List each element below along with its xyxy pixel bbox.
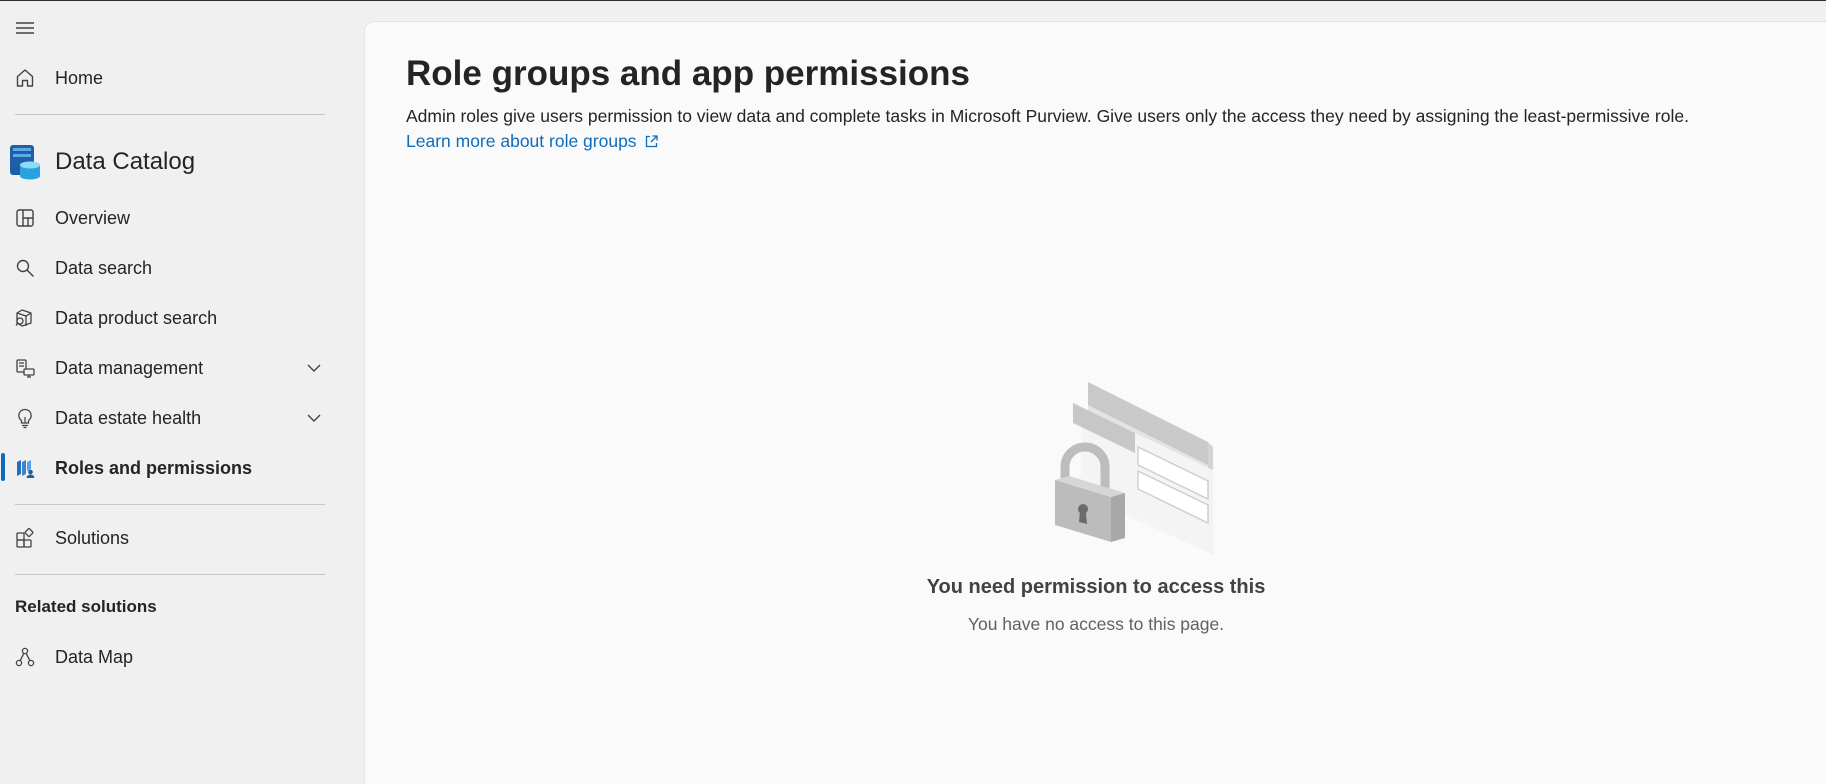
data-catalog-logo-icon: [10, 145, 40, 180]
overview-icon: [16, 209, 34, 227]
sidebar-item-data-estate-health[interactable]: Data estate health: [0, 396, 340, 440]
search-icon: [16, 259, 34, 277]
data-map-icon: [15, 647, 35, 667]
sidebar: Home Data Catalog Overview Data search D…: [0, 1, 364, 784]
sidebar-item-label: Roles and permissions: [55, 457, 253, 478]
sidebar-item-home[interactable]: Home: [0, 56, 340, 100]
learn-more-label: Learn more about role groups: [406, 131, 637, 151]
empty-state-title: You need permission to access this: [926, 576, 1266, 598]
sidebar-item-roles-and-permissions[interactable]: Roles and permissions: [0, 446, 340, 490]
sidebar-item-data-management[interactable]: Data management: [0, 346, 340, 390]
hamburger-icon[interactable]: [14, 17, 36, 39]
data-management-icon: [16, 359, 35, 378]
sidebar-item-solutions[interactable]: Solutions: [0, 516, 340, 560]
related-solutions-heading: Related solutions: [15, 597, 157, 616]
roles-permissions-icon: [17, 460, 35, 478]
solutions-icon: [16, 528, 34, 548]
sidebar-divider: [15, 504, 325, 505]
sidebar-item-data-product-search[interactable]: Data product search: [0, 296, 340, 340]
empty-state-subtitle: You have no access to this page.: [967, 614, 1225, 634]
sidebar-item-label: Data estate health: [55, 407, 202, 428]
sidebar-item-label: Data management: [55, 357, 204, 378]
chevron-down-icon[interactable]: [306, 361, 322, 375]
sidebar-item-data-search[interactable]: Data search: [0, 246, 340, 290]
app-title: Data Catalog: [55, 148, 196, 175]
sidebar-item-label: Home: [55, 67, 104, 88]
home-icon: [16, 69, 34, 87]
lock-illustration-icon: [1055, 382, 1213, 555]
data-product-search-icon: [15, 309, 32, 327]
sidebar-item-overview[interactable]: Overview: [0, 196, 340, 240]
chevron-down-icon[interactable]: [306, 411, 322, 425]
sidebar-item-label: Data Map: [55, 646, 134, 667]
page-description: Admin roles give users permission to vie…: [406, 106, 1689, 126]
sidebar-divider: [15, 574, 325, 575]
sidebar-item-label: Data search: [55, 257, 153, 278]
main-content: Role groups and app permissions Admin ro…: [364, 21, 1826, 784]
sidebar-item-label: Solutions: [55, 527, 130, 548]
learn-more-link[interactable]: Learn more about role groups: [406, 131, 659, 152]
page-title: Role groups and app permissions: [406, 54, 970, 93]
data-estate-health-icon: [18, 408, 32, 429]
sidebar-item-data-map[interactable]: Data Map: [0, 635, 340, 679]
sidebar-item-label: Overview: [55, 207, 131, 228]
external-link-icon: [645, 135, 658, 148]
sidebar-item-label: Data product search: [55, 307, 218, 328]
sidebar-divider: [15, 114, 325, 115]
